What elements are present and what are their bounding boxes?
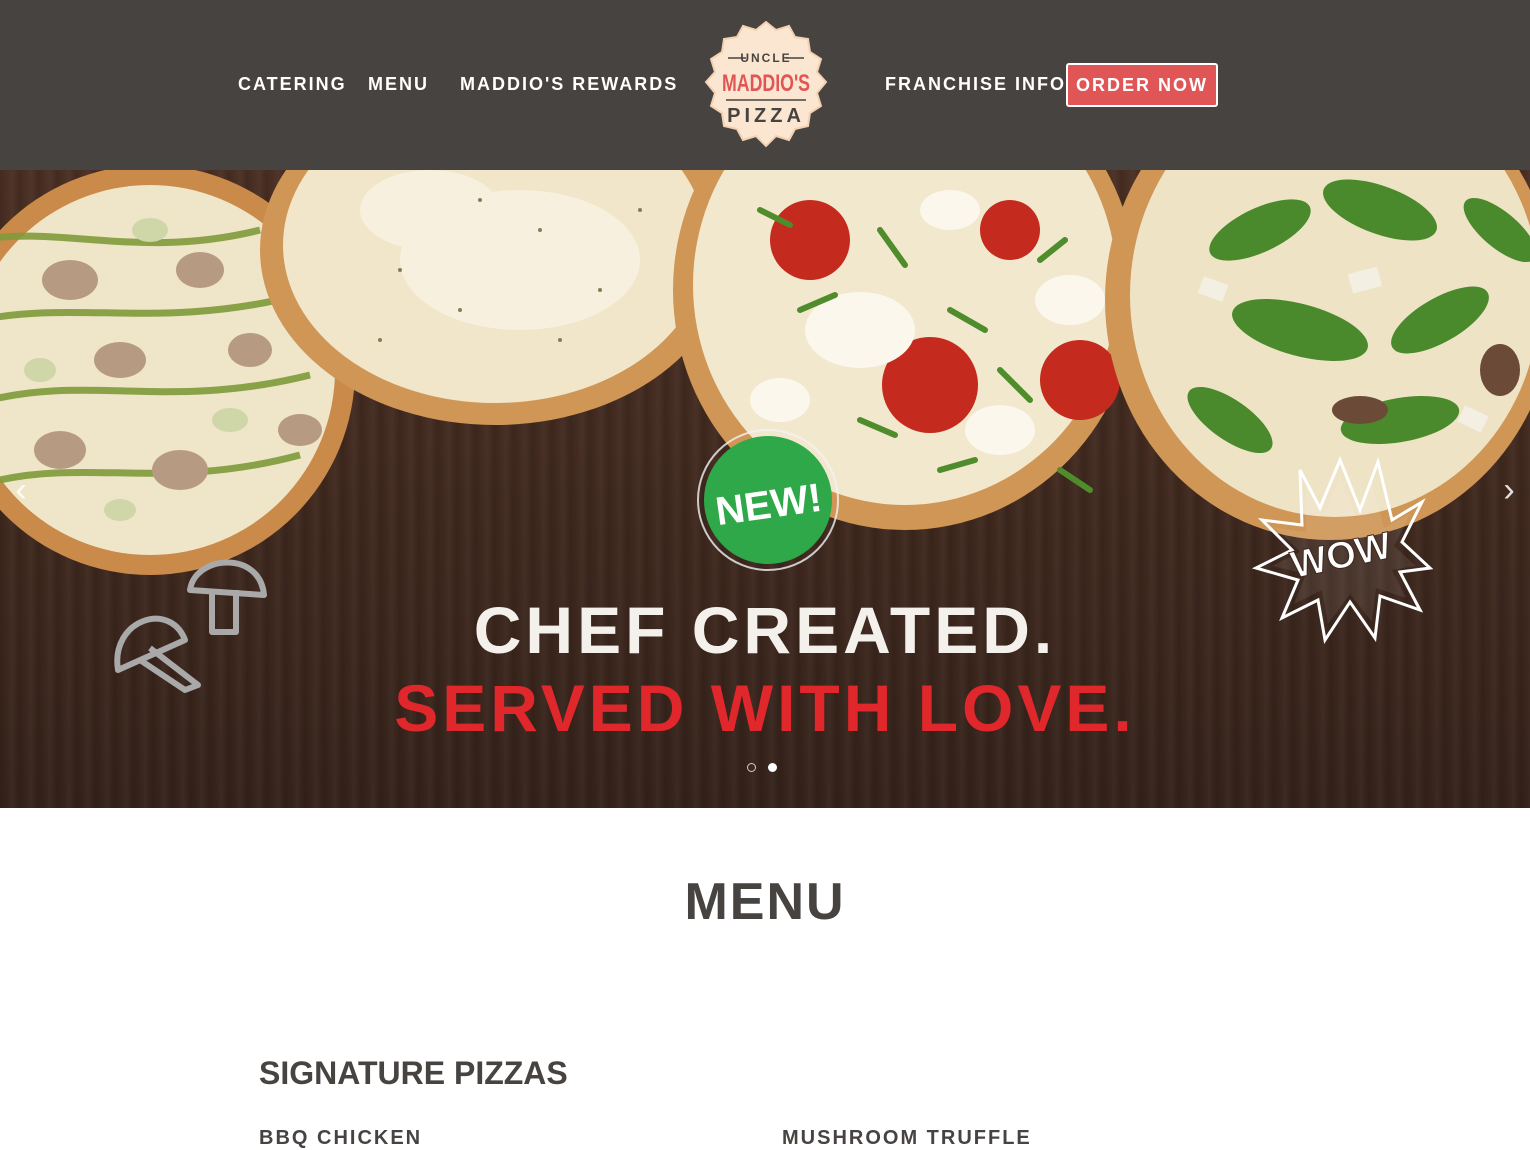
menu-item-bbq-chicken[interactable]: BBQ CHICKEN: [259, 1126, 422, 1150]
carousel-pagination: [747, 763, 777, 772]
signature-pizzas-heading: SIGNATURE PIZZAS: [259, 1055, 568, 1091]
carousel-dot-2[interactable]: [768, 763, 777, 772]
site-header: CATERING MENU MADDIO'S REWARDS UNCLE MAD…: [0, 0, 1530, 170]
logo-middle-text: MADDIO'S: [722, 70, 810, 97]
nav-menu[interactable]: MENU: [368, 72, 429, 96]
menu-item-mushroom-truffle[interactable]: MUSHROOM TRUFFLE: [782, 1126, 1032, 1150]
new-badge-icon: NEW!: [697, 429, 839, 571]
chevron-right-icon: ›: [1503, 471, 1515, 509]
hero-headline-line2: SERVED WITH LOVE.: [394, 671, 1136, 745]
chevron-left-icon: ‹: [15, 471, 27, 509]
nav-franchise-info[interactable]: FRANCHISE INFO: [885, 72, 1066, 96]
nav-rewards[interactable]: MADDIO'S REWARDS: [460, 72, 678, 96]
nav-catering[interactable]: CATERING: [238, 72, 347, 96]
pizza-arugula-image: [1105, 170, 1530, 540]
menu-heading: MENU: [684, 873, 846, 931]
logo-top-text: UNCLE: [740, 51, 791, 65]
logo-bottom-text: PIZZA: [727, 105, 805, 127]
carousel-next-button[interactable]: ›: [1494, 470, 1524, 510]
carousel-dot-1[interactable]: [747, 763, 756, 772]
hero-headline-line1: CHEF CREATED.: [473, 593, 1057, 667]
hero-carousel: NEW! WOW CHEF CREATED. SERVED WITH LOVE.…: [0, 170, 1530, 808]
uncle-maddios-logo[interactable]: UNCLE MADDIO'S PIZZA: [700, 18, 832, 152]
order-now-button[interactable]: ORDER NOW: [1066, 63, 1218, 107]
carousel-prev-button[interactable]: ‹: [6, 470, 36, 510]
